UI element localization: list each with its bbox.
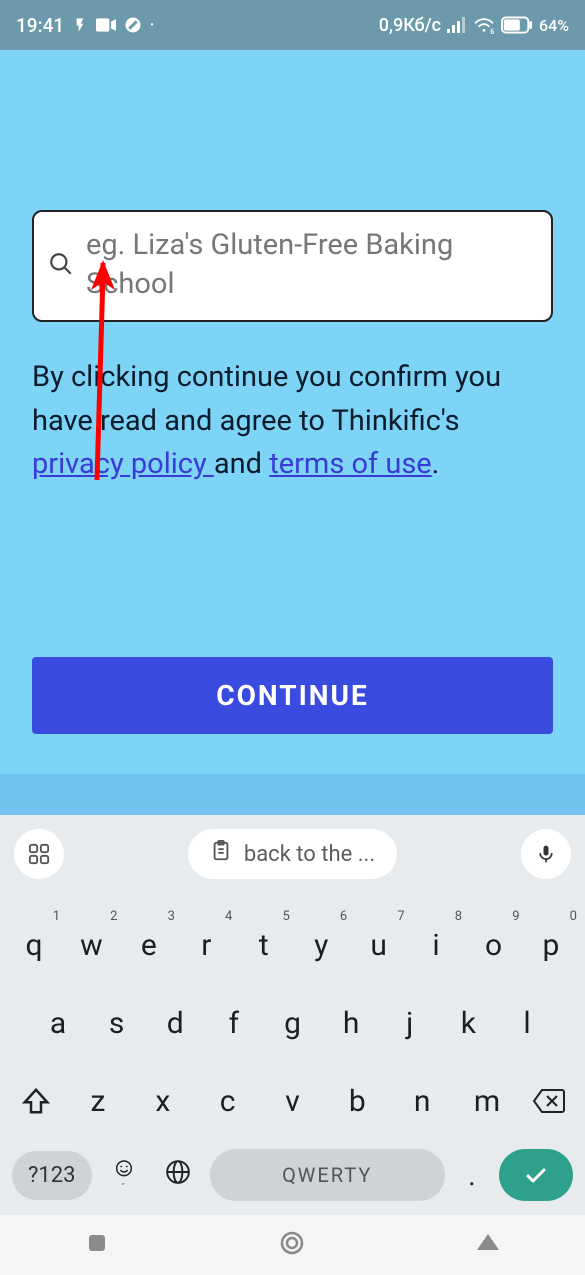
key-t[interactable]: t5 (238, 915, 290, 975)
key-z[interactable]: z (72, 1071, 124, 1131)
nav-recent-button[interactable] (85, 1231, 109, 1259)
privacy-policy-link[interactable]: privacy policy (32, 447, 214, 481)
key-b[interactable]: b (331, 1071, 383, 1131)
key-u[interactable]: u7 (353, 915, 405, 975)
nav-home-button[interactable] (278, 1229, 306, 1261)
nav-back-button[interactable] (475, 1232, 501, 1258)
keyboard-suggestion-text: back to the ... (244, 842, 375, 867)
keyboard-suggestion[interactable]: back to the ... (188, 829, 397, 879)
site-name-input[interactable] (86, 226, 537, 306)
key-l[interactable]: l (501, 993, 553, 1053)
key-p[interactable]: p0 (525, 915, 577, 975)
terms-of-use-link[interactable]: terms of use (269, 447, 431, 481)
continue-button[interactable]: CONTINUE (32, 657, 553, 734)
dot-icon: • (150, 20, 154, 31)
key-n[interactable]: n (396, 1071, 448, 1131)
enter-key[interactable] (499, 1149, 573, 1201)
key-m[interactable]: m (461, 1071, 513, 1131)
consent-middle: and (214, 447, 269, 481)
battery-icon (501, 16, 533, 34)
space-key[interactable]: QWERTY (210, 1149, 446, 1201)
key-v[interactable]: v (266, 1071, 318, 1131)
period-key[interactable]: . (455, 1159, 489, 1192)
keyboard-mic-button[interactable] (521, 829, 571, 879)
backspace-key[interactable] (521, 1071, 577, 1131)
consent-text: By clicking continue you confirm you hav… (32, 356, 553, 487)
status-time: 19:41 (16, 14, 64, 37)
key-d[interactable]: d (149, 993, 201, 1053)
key-w[interactable]: w2 (65, 915, 117, 975)
keyboard-row-4: ?123 , QWERTY . (6, 1149, 579, 1201)
symbols-key[interactable]: ?123 (12, 1151, 92, 1200)
site-name-field-wrapper[interactable] (32, 210, 553, 322)
status-bar: 19:41 • 0,9Кб/с 6 64% (0, 0, 585, 50)
svg-text:6: 6 (490, 27, 494, 34)
keyboard-row-1: q1w2e3r4t5y6u7i8o9p0 (6, 915, 579, 975)
key-j[interactable]: j (384, 993, 436, 1053)
keyboard-row-3: zxcvbnm (6, 1071, 579, 1131)
key-f[interactable]: f (208, 993, 260, 1053)
key-k[interactable]: k (442, 993, 494, 1053)
status-network-speed: 0,9Кб/с (379, 15, 441, 36)
key-o[interactable]: o9 (468, 915, 520, 975)
key-q[interactable]: q1 (8, 915, 60, 975)
key-s[interactable]: s (91, 993, 143, 1053)
key-h[interactable]: h (325, 993, 377, 1053)
signal-icon (447, 17, 467, 33)
key-g[interactable]: g (267, 993, 319, 1053)
key-a[interactable]: a (32, 993, 84, 1053)
video-icon (96, 18, 116, 32)
emoji-key[interactable]: , (102, 1159, 146, 1192)
svg-text:,: , (122, 1176, 124, 1184)
soft-keyboard: back to the ... q1w2e3r4t5y6u7i8o9p0 asd… (0, 815, 585, 1275)
search-icon (48, 251, 74, 281)
consent-prefix: By clicking continue you confirm you hav… (32, 360, 501, 438)
key-y[interactable]: y6 (295, 915, 347, 975)
status-battery-pct: 64% (539, 16, 569, 35)
shift-key[interactable] (8, 1071, 64, 1131)
consent-suffix: . (432, 447, 440, 481)
clipboard-icon (210, 839, 232, 869)
bolt-icon (72, 17, 88, 33)
keyboard-apps-button[interactable] (14, 829, 64, 879)
android-nav-bar (0, 1215, 585, 1275)
do-not-disturb-icon (124, 16, 142, 34)
wifi-icon: 6 (473, 16, 495, 34)
keyboard-row-2: asdfghjkl (6, 993, 579, 1053)
key-e[interactable]: e3 (123, 915, 175, 975)
key-x[interactable]: x (137, 1071, 189, 1131)
key-c[interactable]: c (202, 1071, 254, 1131)
key-i[interactable]: i8 (410, 915, 462, 975)
key-r[interactable]: r4 (180, 915, 232, 975)
globe-key[interactable] (156, 1159, 200, 1192)
